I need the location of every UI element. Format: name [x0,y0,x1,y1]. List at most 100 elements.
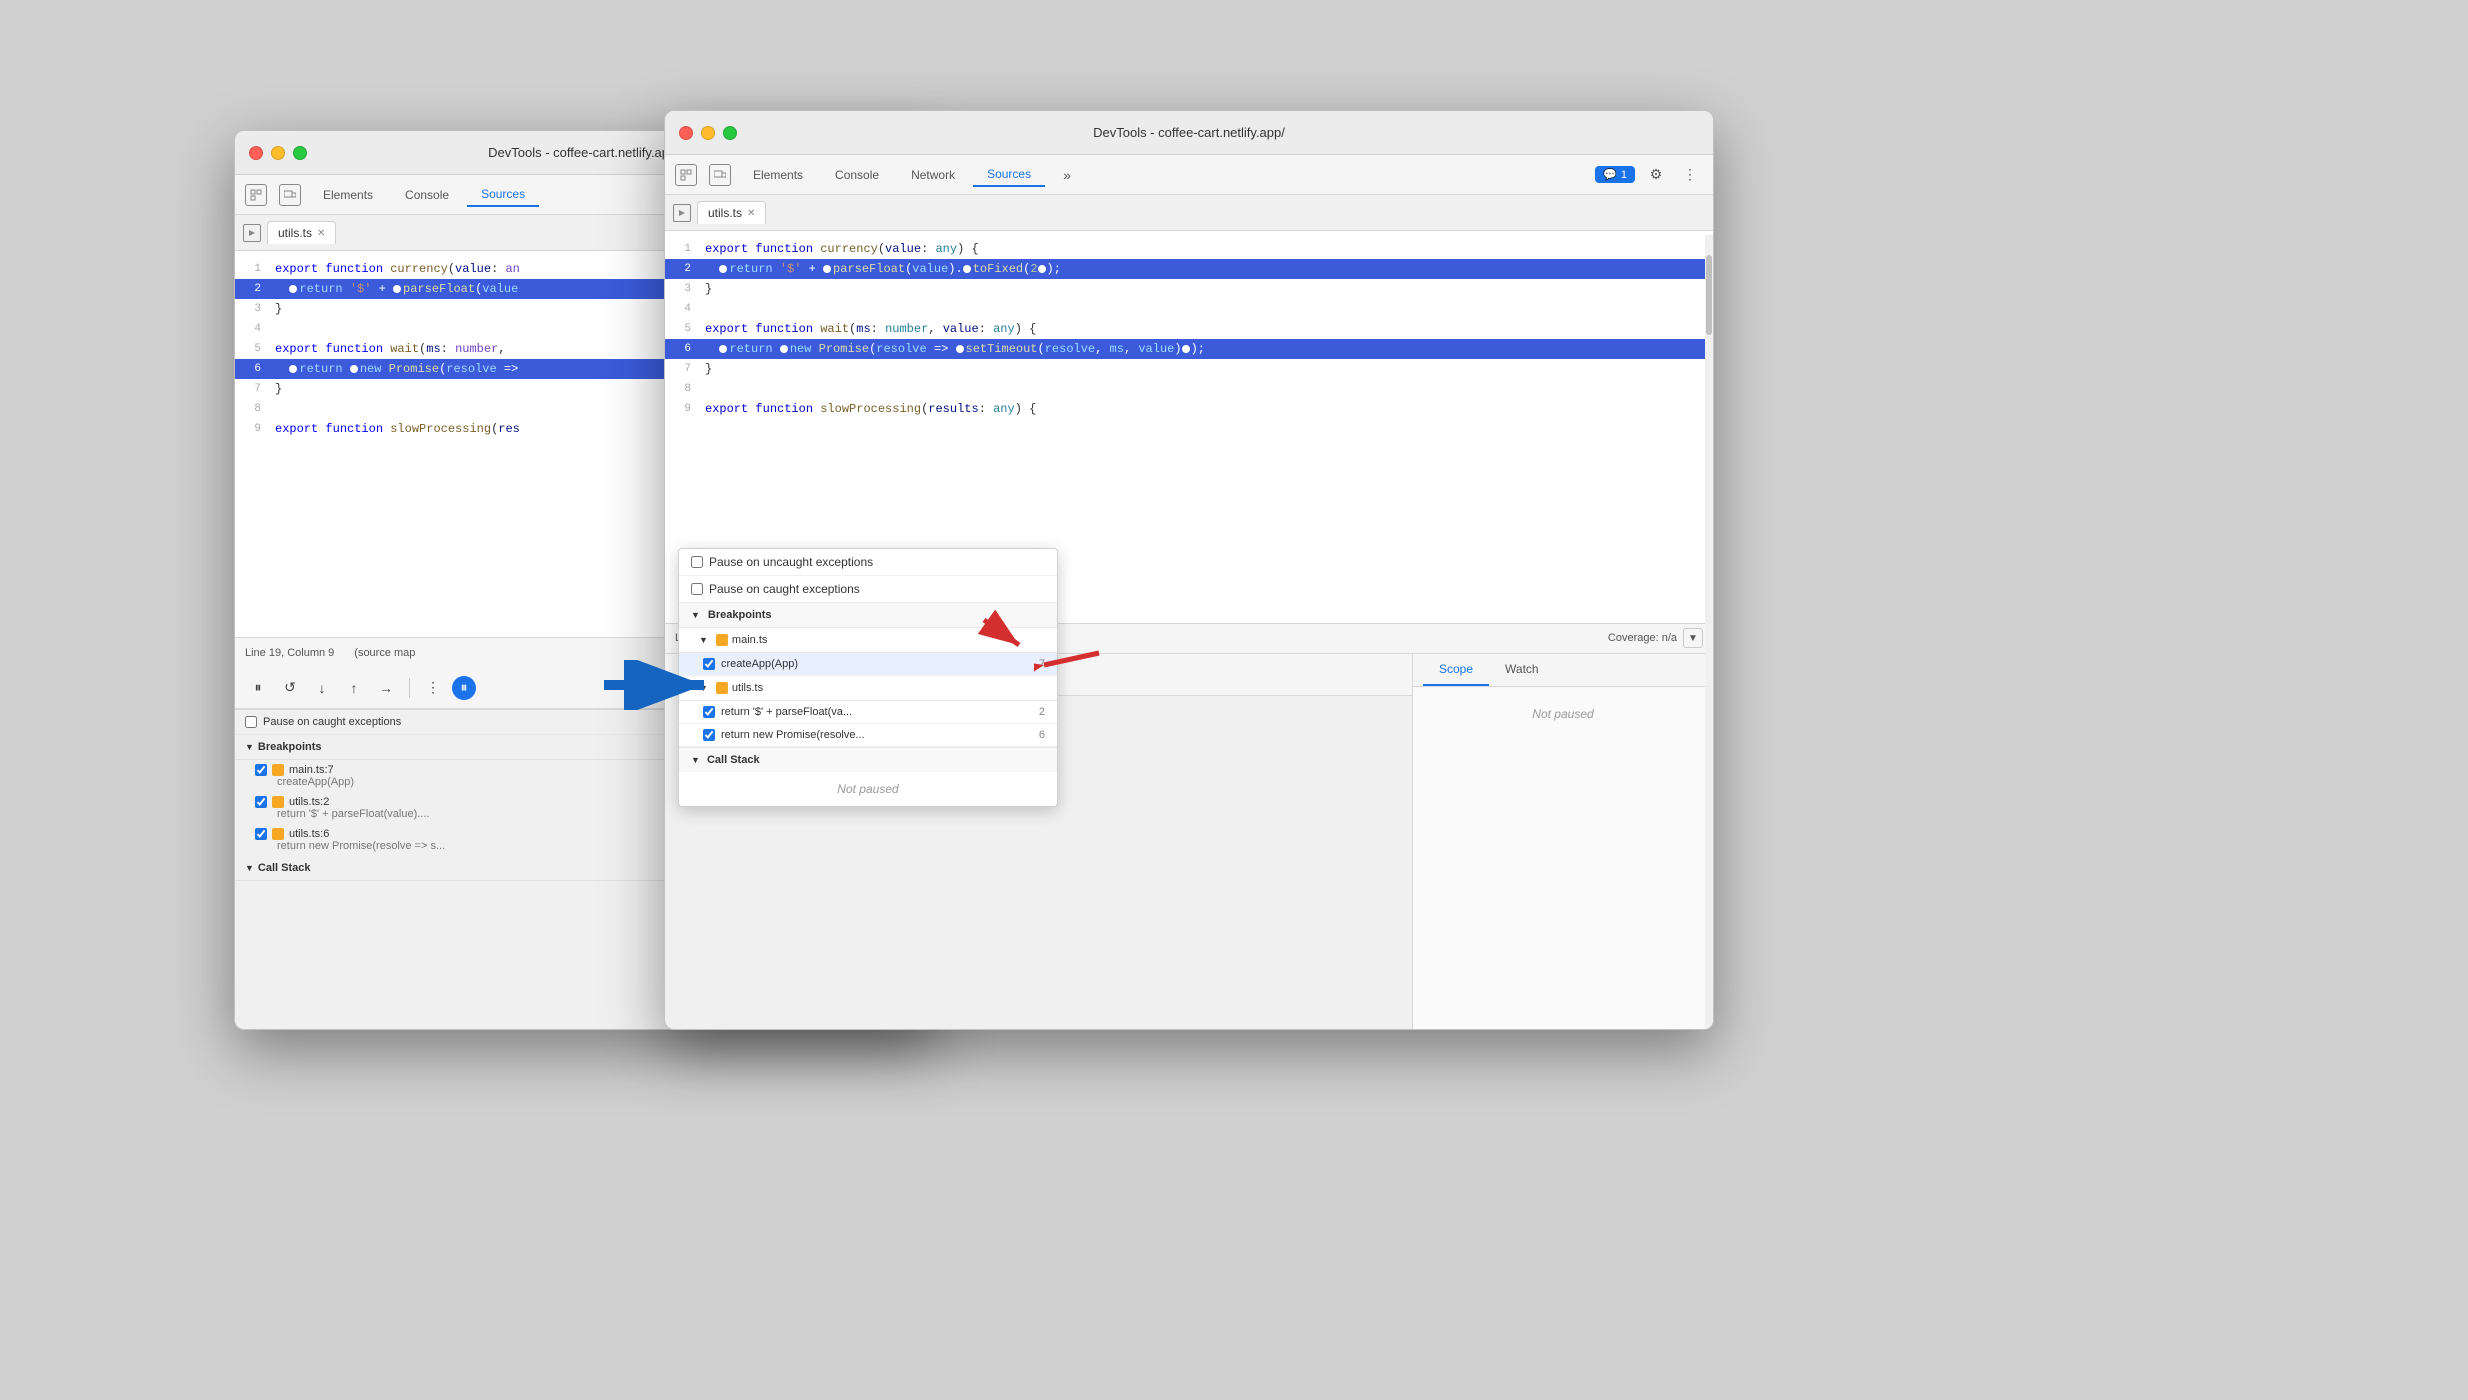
code-line-9-front: 9 export function slowProcessing(results… [665,399,1713,419]
popup-utils-ts-icon [716,682,728,694]
message-badge-front[interactable]: 💬 1 [1595,166,1635,183]
scope-tab-scope[interactable]: Scope [1423,654,1489,686]
breakpoints-label-back: Breakpoints [258,741,322,753]
code-line-3-front: 3 } [665,279,1713,299]
close-button-back[interactable] [249,146,263,160]
deactivate-back[interactable]: ⋮ [420,675,446,701]
maximize-button-front[interactable] [723,126,737,140]
red-arrow-1 [1034,645,1104,685]
bp-main-label: main.ts:7 [289,764,334,776]
popup-bp-item-utils6[interactable]: return new Promise(resolve... 6 [679,724,1057,747]
bp-icon-utils6 [272,828,284,840]
popup-bp-item-utils6-line: 6 [1039,729,1045,741]
callstack-arrow-back: ▼ [245,863,254,873]
breakpoints-popup: Pause on uncaught exceptions Pause on ca… [678,548,1058,807]
tab-elements-back[interactable]: Elements [309,184,387,206]
popup-bp-label: Breakpoints [708,609,772,621]
file-tab-front[interactable]: utils.ts ✕ [697,201,766,224]
responsive-icon-back[interactable] [279,184,301,206]
tab-console-front[interactable]: Console [821,164,893,186]
continue-back[interactable]: → [373,675,399,701]
devtools-icon-back [245,184,267,206]
code-line-5-front: 5 export function wait(ms: number, value… [665,319,1713,339]
tab-sources-back[interactable]: Sources [467,183,539,207]
tabbar-front: Elements Console Network Sources » 💬 1 ⚙… [665,155,1713,195]
popup-callstack-section: ▼ Call Stack [679,747,1057,772]
popup-pause-caught-row: Pause on caught exceptions [679,576,1057,603]
bp-icon-utils2 [272,796,284,808]
popup-pause-uncaught-checkbox[interactable] [691,556,703,568]
popup-pause-uncaught-row: Pause on uncaught exceptions [679,549,1057,576]
traffic-lights-back [249,146,307,160]
settings-btn-front[interactable]: ⚙ [1643,162,1669,188]
bp-main-checkbox[interactable] [255,764,267,776]
bp-utils2-checkbox[interactable] [255,796,267,808]
code-line-8-front: 8 [665,379,1713,399]
responsive-icon-front[interactable] [709,164,731,186]
step-over-back[interactable]: ↺ [277,675,303,701]
maximize-button-back[interactable] [293,146,307,160]
bp-utils6-checkbox[interactable] [255,828,267,840]
popup-bp-item-utils2[interactable]: return '$' + parseFloat(va... 2 [679,701,1057,724]
file-nav-icon-front [673,204,691,222]
tabbar-extras-front: 💬 1 ⚙ ⋮ [1595,162,1703,188]
scope-tab-watch[interactable]: Watch [1489,654,1555,686]
file-nav-icon-back [243,224,261,242]
scroll-thumb-front[interactable] [1706,255,1712,335]
file-tab-back[interactable]: utils.ts ✕ [267,221,336,244]
code-line-6-front: 6 return new Promise(resolve => setTimeo… [665,339,1713,359]
tab-more-front[interactable]: » [1049,163,1085,187]
popup-bp-item-utils2-line: 2 [1039,706,1045,718]
bp-utils2-label: utils.ts:2 [289,796,329,808]
window-title-front: DevTools - coffee-cart.netlify.app/ [679,125,1699,140]
blue-pause-back[interactable]: ⏸ [452,676,476,700]
status-source-map-back: (source map [354,647,415,659]
popup-bp-item-utils2-code: return '$' + parseFloat(va... [721,706,852,718]
pause-on-caught-checkbox-back[interactable] [245,716,257,728]
popup-main-ts-icon [716,634,728,646]
bp-icon-main [272,764,284,776]
file-tab-bar-front: utils.ts ✕ [665,195,1713,231]
popup-utils-ts-section: ▼ utils.ts [679,676,1057,701]
tab-network-front[interactable]: Network [897,164,969,186]
callstack-label-back: Call Stack [258,862,311,874]
file-tab-close-front[interactable]: ✕ [747,208,755,219]
status-position-back: Line 19, Column 9 [245,647,334,659]
scrollbar-front[interactable] [1705,235,1713,1029]
popup-pause-caught-checkbox[interactable] [691,583,703,595]
popup-pause-uncaught-label: Pause on uncaught exceptions [709,555,873,569]
titlebar-front: DevTools - coffee-cart.netlify.app/ [665,111,1713,155]
file-tab-close-back[interactable]: ✕ [317,228,325,239]
pause-btn-back[interactable]: ⏸ [245,675,271,701]
file-tab-name-front: utils.ts [708,206,742,220]
close-button-front[interactable] [679,126,693,140]
breakpoints-arrow-back: ▼ [245,742,254,752]
tab-sources-front[interactable]: Sources [973,163,1045,187]
popup-callstack-label: Call Stack [707,754,760,766]
traffic-lights-front [679,126,737,140]
minimize-button-back[interactable] [271,146,285,160]
popup-main-ts-label: main.ts [732,634,767,646]
minimize-button-front[interactable] [701,126,715,140]
tab-console-back[interactable]: Console [391,184,463,206]
badge-count: 1 [1621,169,1627,181]
popup-bp-arrow: ▼ [691,610,700,620]
divider-back [409,678,410,698]
tab-elements-front[interactable]: Elements [739,164,817,186]
step-into-back[interactable]: ↓ [309,675,335,701]
coverage-expand-btn[interactable]: ▼ [1683,628,1703,648]
red-arrow-2 [974,610,1034,660]
pause-on-caught-label-back: Pause on caught exceptions [263,716,401,728]
step-out-back[interactable]: ↑ [341,675,367,701]
devtools-icon-front [675,164,697,186]
blue-arrow [594,660,714,710]
popup-not-paused: Not paused [679,772,1057,806]
popup-bp-item-utils6-checkbox[interactable] [703,729,715,741]
bp-utils6-label: utils.ts:6 [289,828,329,840]
popup-pause-caught-label: Pause on caught exceptions [709,582,860,596]
scope-tabs-front: Scope Watch [1413,654,1713,687]
more-btn-front[interactable]: ⋮ [1677,162,1703,188]
code-line-7-front: 7 } [665,359,1713,379]
code-line-2-front: 2 return '$' + parseFloat(value).toFixed… [665,259,1713,279]
lower-right-front: Scope Watch Not paused [1413,654,1713,1030]
